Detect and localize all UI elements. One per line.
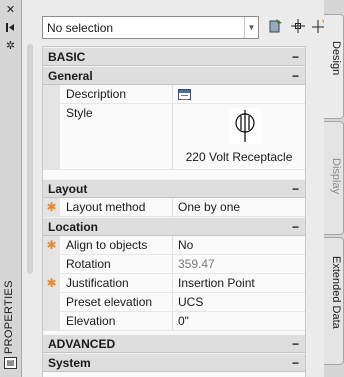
settings-icon[interactable]: ✲ bbox=[3, 40, 18, 53]
property-value[interactable]: No bbox=[174, 236, 304, 255]
close-icon[interactable]: ✕ bbox=[3, 4, 18, 17]
property-value[interactable]: UCS bbox=[174, 293, 304, 312]
category-location[interactable]: Location − bbox=[43, 217, 305, 236]
category-label: System bbox=[48, 356, 91, 370]
description-editor-icon[interactable] bbox=[178, 89, 191, 100]
row-gutter bbox=[43, 85, 60, 104]
category-label: ADVANCED bbox=[48, 337, 116, 351]
property-label: Rotation bbox=[60, 255, 173, 274]
collapse-toggle[interactable]: − bbox=[292, 180, 299, 198]
category-label: BASIC bbox=[48, 50, 86, 64]
property-label: Align to objects bbox=[60, 236, 173, 255]
property-value: 359.47 bbox=[178, 257, 215, 271]
row-gutter bbox=[43, 293, 60, 312]
property-label: Elevation bbox=[60, 312, 173, 331]
palette-title-strip: ✕ ✲ PROPERTIES ▤ bbox=[0, 0, 22, 377]
property-label: Justification bbox=[60, 274, 173, 293]
selection-value: No selection bbox=[47, 21, 114, 35]
tab-strip: Design Display Extended Data bbox=[324, 0, 344, 377]
vertical-scrollbar[interactable] bbox=[27, 44, 33, 274]
row-gutter bbox=[43, 312, 60, 331]
property-label: Style bbox=[60, 104, 173, 170]
property-row-style[interactable]: Style 220 Volt Receptacle bbox=[43, 104, 305, 170]
property-row-elevation[interactable]: Elevation 0" bbox=[43, 312, 305, 331]
quick-select-graphic bbox=[269, 19, 282, 33]
quick-select-icon[interactable] bbox=[266, 18, 285, 37]
category-advanced[interactable]: ADVANCED − bbox=[43, 334, 305, 353]
property-value[interactable]: 0" bbox=[174, 312, 304, 331]
property-label: Description bbox=[60, 85, 173, 104]
palette-title: PROPERTIES bbox=[3, 280, 15, 354]
property-label: Preset elevation bbox=[60, 293, 173, 312]
chevron-down-icon[interactable]: ▼ bbox=[244, 17, 258, 38]
collapse-toggle[interactable]: − bbox=[292, 335, 299, 353]
property-row-align-to-objects[interactable]: ✱ Align to objects No bbox=[43, 236, 305, 255]
category-label: General bbox=[48, 69, 93, 83]
property-value[interactable]: Insertion Point bbox=[174, 274, 304, 293]
category-basic[interactable]: BASIC − bbox=[43, 47, 305, 66]
row-gutter bbox=[43, 255, 60, 274]
property-row-layout-method[interactable]: ✱ Layout method One by one bbox=[43, 198, 305, 217]
property-row-rotation[interactable]: Rotation 359.47 bbox=[43, 255, 305, 274]
style-preview[interactable] bbox=[229, 108, 261, 144]
receptacle-symbol-icon bbox=[235, 110, 255, 142]
property-value[interactable]: One by one bbox=[174, 198, 304, 217]
property-row-justification[interactable]: ✱ Justification Insertion Point bbox=[43, 274, 305, 293]
properties-panel: No selection ▼ BASIC − General − Descrip… bbox=[22, 0, 326, 377]
tab-design[interactable]: Design bbox=[324, 14, 344, 119]
modified-marker: ✱ bbox=[43, 274, 60, 293]
properties-icon[interactable]: ▤ bbox=[4, 357, 17, 369]
collapse-toggle[interactable]: − bbox=[292, 218, 299, 236]
modified-marker: ✱ bbox=[43, 236, 60, 255]
property-row-preset-elevation[interactable]: Preset elevation UCS bbox=[43, 293, 305, 312]
select-objects-icon[interactable] bbox=[288, 18, 307, 37]
property-grid: BASIC − General − Description Style 220 … bbox=[42, 46, 306, 377]
property-row-description[interactable]: Description bbox=[43, 85, 305, 104]
category-label: Location bbox=[48, 220, 98, 234]
tab-label: Extended Data bbox=[330, 256, 342, 329]
tab-display[interactable]: Display bbox=[324, 121, 344, 235]
category-layout[interactable]: Layout − bbox=[43, 179, 305, 198]
collapse-toggle[interactable]: − bbox=[292, 48, 299, 66]
auto-hide-icon[interactable] bbox=[3, 22, 18, 35]
category-system[interactable]: System − bbox=[43, 353, 305, 372]
category-label: Layout bbox=[48, 182, 88, 196]
property-label: Layout method bbox=[60, 198, 173, 217]
tab-extended-data[interactable]: Extended Data bbox=[324, 237, 344, 365]
select-objects-graphic bbox=[290, 19, 305, 33]
style-name: 220 Volt Receptacle bbox=[185, 150, 293, 164]
modified-marker: ✱ bbox=[43, 198, 60, 217]
selection-dropdown[interactable]: No selection ▼ bbox=[42, 16, 259, 39]
category-general[interactable]: General − bbox=[43, 66, 305, 85]
property-value[interactable] bbox=[174, 85, 304, 104]
tab-label: Design bbox=[330, 41, 342, 76]
collapse-toggle[interactable]: − bbox=[292, 67, 299, 85]
tab-label: Display bbox=[330, 158, 342, 195]
auto-hide-icon-graphic bbox=[6, 23, 14, 32]
row-gutter bbox=[43, 104, 60, 170]
collapse-toggle[interactable]: − bbox=[292, 354, 299, 372]
